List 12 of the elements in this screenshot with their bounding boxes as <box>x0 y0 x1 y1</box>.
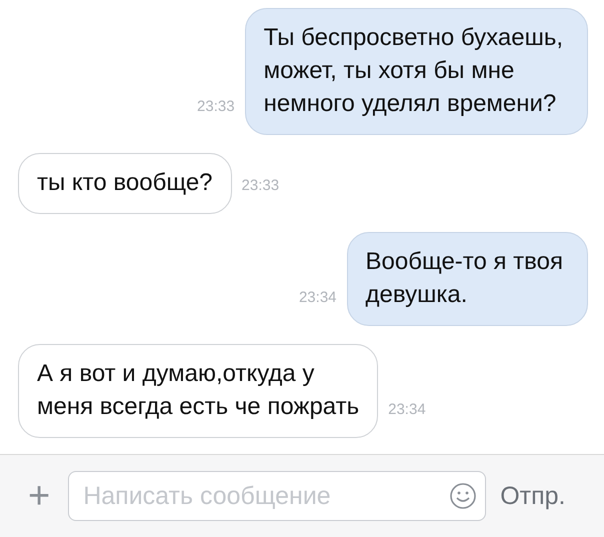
send-button[interactable]: Отпр. <box>500 482 566 510</box>
received-message-bubble: А я вот и думаю,откуда у меня всегда есть че пожрать <box>18 344 378 438</box>
received-message-bubble: ты кто вообще? <box>18 153 232 214</box>
add-button[interactable]: + <box>24 474 54 518</box>
sent-message-bubble: Ты беспросветно бухаешь, может, ты хотя бы мне немного уделял времени? <box>244 8 588 135</box>
message-time: 23:34 <box>388 401 426 420</box>
smiley-icon[interactable] <box>448 481 478 511</box>
message-time: 23:33 <box>242 177 280 196</box>
sent-message-bubble: Вообще-то я твоя девушка. <box>346 232 588 326</box>
message-time: 23:33 <box>197 98 235 117</box>
message-time: 23:34 <box>298 289 337 308</box>
message-input-field[interactable]: Написать сообщение <box>68 471 486 521</box>
